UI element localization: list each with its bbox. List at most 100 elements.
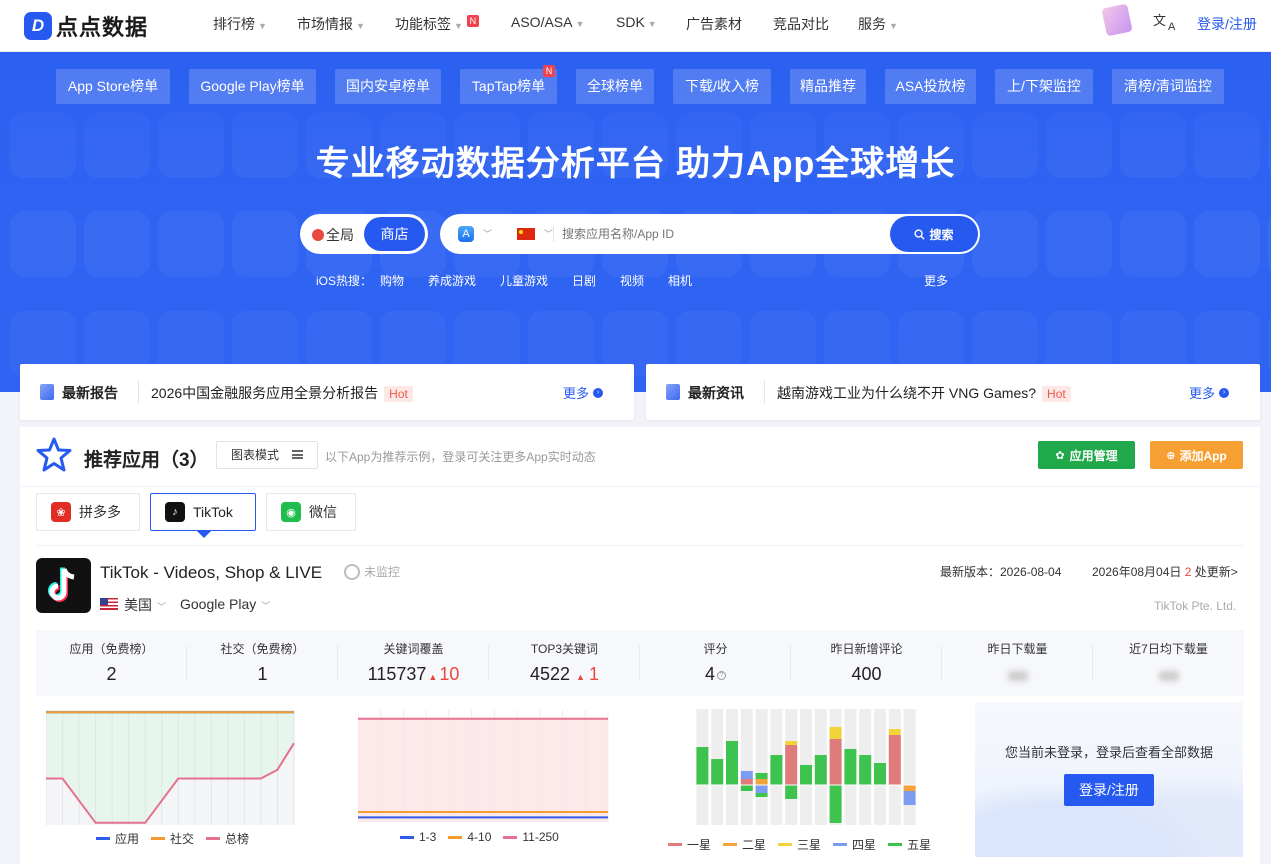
legend-label: 五星 (907, 838, 932, 852)
stat-top3-keywords: TOP3关键词 4522 ▲ 1 (489, 630, 640, 696)
tab-pinduoduo[interactable]: ❀ 拼多多 (36, 493, 140, 531)
legend-item: 三星 (778, 836, 821, 853)
news-title: 越南游戏工业为什么绕不开 VNG Games? (777, 385, 1037, 401)
hero-tab-featured[interactable]: 精品推荐 (790, 69, 866, 104)
bar-segment-3-3 (740, 771, 753, 779)
nav-label: 排行榜 (213, 16, 255, 32)
hero-tab-clear-monitor[interactable]: 清榜/清词监控 (1112, 69, 1224, 104)
search-button[interactable]: 搜索 (890, 216, 978, 252)
hero-tab-listing-monitor[interactable]: 上/下架监控 (995, 69, 1093, 104)
hot-term[interactable]: 视频 (620, 272, 644, 289)
legend-label: 四星 (852, 838, 877, 852)
add-app-button[interactable]: ⊕ 添加App (1150, 441, 1243, 469)
stat-number: 4 (704, 664, 715, 684)
nav-label: 服务 (858, 16, 886, 32)
report-link[interactable]: 2026中国金融服务应用全景分析报告 Hot (151, 383, 413, 403)
scope-all-label: 全局 (326, 227, 354, 243)
nav-item-services[interactable]: 服务 ▼ (858, 14, 898, 34)
hot-term[interactable]: 日剧 (572, 272, 596, 289)
hero-banner: App Store榜单 Google Play榜单 国内安卓榜单 TapTap榜… (0, 52, 1271, 392)
nav-label: 竞品对比 (773, 16, 829, 32)
bar-segment-4-1 (755, 779, 768, 785)
nav-item-competitor-compare[interactable]: 竞品对比 (773, 14, 829, 34)
stat-value: 4? (640, 664, 791, 685)
search-button-label: 搜索 (929, 227, 954, 242)
tiktok-icon: ♪ (165, 502, 185, 522)
nav-item-sdk[interactable]: SDK ▼ (616, 14, 657, 30)
hot-term[interactable]: 养成游戏 (428, 272, 476, 289)
legend-item: 4-10 (448, 830, 491, 844)
stat-label: 昨日下载量 (987, 642, 1048, 656)
legend-item: 社交 (151, 830, 194, 847)
country-select[interactable]: 美国 ﹀ (124, 595, 166, 615)
hero-tab-taptap[interactable]: TapTap榜单 N (460, 65, 557, 104)
hot-tag: Hot (1042, 386, 1071, 403)
bar-segment-4-4 (755, 773, 768, 779)
chevron-down-icon[interactable]: ﹀ (544, 227, 553, 240)
hero-tab-asa[interactable]: ASA投放榜 (885, 69, 976, 104)
bar-segment-12-4 (874, 763, 886, 785)
nav-item-feature-tags[interactable]: 功能标签 ▼ N (395, 14, 479, 34)
help-icon[interactable]: ? (717, 670, 726, 680)
bar-segment-2-4 (726, 741, 738, 785)
legend-swatch (833, 843, 848, 846)
nav-label: 功能标签 (395, 16, 451, 32)
nav-item-aso-asa[interactable]: ASO/ASA ▼ (511, 14, 584, 30)
hero-tab-download-revenue[interactable]: 下载/收入榜 (673, 69, 771, 104)
divider (553, 226, 554, 242)
hero-tab-google-play[interactable]: Google Play榜单 (189, 69, 316, 104)
login-link[interactable]: 登录/注册 (1197, 14, 1257, 34)
hero-tab-domestic-android[interactable]: 国内安卓榜单 (335, 69, 441, 104)
more-link[interactable]: 更多 › (1189, 383, 1230, 402)
scope-all-option[interactable]: 全局 (312, 225, 354, 245)
stat-value: 1 (257, 664, 268, 684)
tab-wechat[interactable]: ◉ 微信 (266, 493, 356, 531)
bar-segment-6-2 (785, 741, 798, 745)
bar-segment-neg-4-3 (755, 785, 768, 793)
app-store-icon[interactable]: A (458, 226, 474, 242)
more-link[interactable]: 更多 › (563, 383, 604, 402)
hot-search-label: iOS热搜： (316, 274, 373, 288)
app-management-button[interactable]: ✿ 应用管理 (1038, 441, 1135, 469)
login-register-button[interactable]: 登录/注册 (1064, 774, 1154, 806)
bar-segment-13-2 (888, 729, 901, 735)
bar-background (903, 709, 916, 825)
monitor-status[interactable]: 未监控 (344, 563, 400, 580)
chart-legend: 应用 社交 总榜 (96, 830, 249, 847)
search-input[interactable] (562, 220, 882, 248)
hero-tab-global[interactable]: 全球榜单 (576, 69, 654, 104)
scope-store-option[interactable]: 商店 (364, 217, 425, 251)
nav-item-market[interactable]: 市场情报 ▼ (297, 14, 365, 34)
legend-item: 四星 (833, 836, 876, 853)
latest-version: 最新版本：2026-08-04 (940, 565, 1062, 579)
chevron-down-icon: ▼ (647, 19, 657, 29)
hot-more-link[interactable]: 更多 (924, 272, 948, 289)
platform-select[interactable]: Google Play ﹀ (180, 596, 270, 612)
bar-segment-neg-6-4 (785, 785, 798, 799)
legend-label: 应用 (115, 832, 140, 846)
gift-icon[interactable] (1101, 3, 1133, 37)
arrow-up-icon: ▲ (428, 672, 438, 682)
update-link[interactable]: 2026年08月04日 2 处更新> (1092, 563, 1238, 580)
tiktok-app-icon[interactable] (36, 558, 91, 613)
hot-term[interactable]: 购物 (380, 272, 404, 289)
chart-mode-toggle[interactable]: 图表模式 (216, 441, 318, 469)
hot-term[interactable]: 相机 (668, 272, 692, 289)
bar-segment-8-4 (814, 755, 827, 785)
stat-label: 关键词覆盖 (383, 642, 444, 656)
tab-tiktok[interactable]: ♪ TikTok (150, 493, 256, 538)
nav-item-ad-creatives[interactable]: 广告素材 (686, 14, 742, 34)
nav-item-rankings[interactable]: 排行榜 ▼ (213, 14, 267, 34)
bar-segment-9-0 (829, 739, 842, 785)
hero-tab-app-store[interactable]: App Store榜单 (56, 69, 170, 104)
china-flag-icon[interactable] (517, 228, 535, 240)
news-link[interactable]: 越南游戏工业为什么绕不开 VNG Games? Hot (777, 383, 1071, 403)
language-switch-icon[interactable]: 文 A (1150, 8, 1182, 36)
card-title: 最新报告 (62, 385, 118, 401)
tab-label: 微信 (309, 504, 337, 520)
brand-logo[interactable]: D 点点数据 (24, 8, 148, 44)
stat-value: 400 (851, 664, 882, 684)
chevron-down-icon[interactable]: ﹀ (483, 227, 492, 240)
stat-app-rank: 应用（免费榜） 2 (36, 630, 187, 696)
hot-term[interactable]: 儿童游戏 (500, 272, 548, 289)
